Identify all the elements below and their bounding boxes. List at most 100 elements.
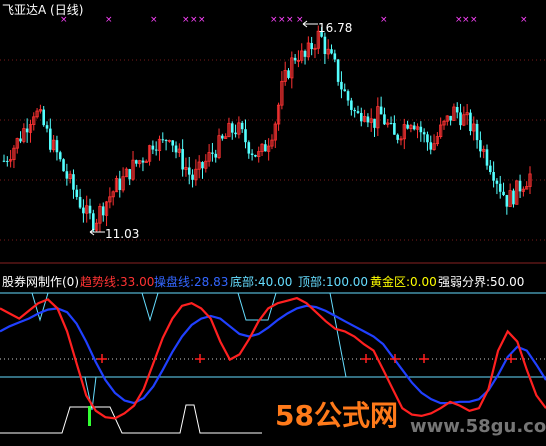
candle-body-down <box>62 159 65 172</box>
candle-body-down <box>181 149 184 170</box>
candle-body-down <box>396 134 399 140</box>
candle-body-down <box>58 152 62 160</box>
stock-title: 飞亚达A (日线) <box>2 3 83 17</box>
candle-body-down <box>201 162 204 169</box>
candle-body-down <box>101 206 105 216</box>
candle-body-down <box>221 135 224 139</box>
candle-body-down <box>336 59 340 82</box>
candle-body-down <box>214 153 218 158</box>
candle-body-down <box>191 174 194 180</box>
candle-body-down <box>323 36 327 55</box>
candle-body-down <box>230 123 234 133</box>
green-signal-bar <box>88 406 91 426</box>
candle-body-down <box>518 180 522 192</box>
legend-bottom: 底部:40.00 <box>230 274 292 289</box>
candle-body-down <box>151 145 155 150</box>
candle-body-down <box>498 183 502 192</box>
candle-body-down <box>330 49 333 54</box>
candle-body-down <box>303 50 307 57</box>
magenta-x-marker: × <box>60 15 68 25</box>
legend-author: 股券网制作(0) <box>2 274 79 289</box>
candle-body-down <box>287 70 290 78</box>
candle-body-down <box>426 134 429 143</box>
candle-body-down <box>65 171 69 179</box>
candle-body-down <box>389 122 393 124</box>
candle-body-down <box>88 205 92 214</box>
candle-body-down <box>356 111 360 113</box>
candle-body-down <box>240 122 244 130</box>
candle-body-down <box>502 191 505 196</box>
legend-top: 顶部:100.00 <box>298 274 368 289</box>
watermark-url: www.58gu.com <box>410 416 546 437</box>
candle-body-down <box>366 116 370 123</box>
candle-body-down <box>485 149 489 166</box>
magenta-x-marker: × <box>105 15 113 25</box>
magenta-x-marker: × <box>380 15 388 25</box>
candle-body-down <box>412 125 416 130</box>
magenta-x-marker: × <box>278 15 286 25</box>
magenta-x-marker: × <box>198 15 206 25</box>
candle-body-down <box>82 207 85 214</box>
candle-body-down <box>449 115 452 121</box>
candle-body-down <box>340 81 343 90</box>
magenta-x-marker: × <box>270 15 278 25</box>
magenta-x-marker: × <box>286 15 294 25</box>
candle-body-down <box>78 196 82 208</box>
candle-body-down <box>19 138 22 142</box>
candle-body-down <box>512 190 515 205</box>
candle-body-down <box>234 132 237 135</box>
candle-body-down <box>55 140 59 153</box>
magenta-x-marker: × <box>470 15 478 25</box>
candle-body-down <box>353 109 356 112</box>
candle-body-down <box>505 195 509 207</box>
candle-body-down <box>254 154 257 157</box>
candle-body-down <box>171 140 175 146</box>
candle-body-down <box>75 189 79 197</box>
magenta-x-marker: × <box>462 15 470 25</box>
candle-body-down <box>118 178 122 190</box>
magenta-x-marker: × <box>296 15 304 25</box>
watermark-main: 58公式网 <box>275 399 398 432</box>
candle-body-down <box>141 160 145 163</box>
candle-body-down <box>310 42 313 50</box>
candle-body-down <box>383 114 386 125</box>
candle-body-down <box>211 152 214 154</box>
candle-body-down <box>419 126 423 133</box>
magenta-x-marker: × <box>150 15 158 25</box>
stock-chart: 飞亚达A (日线) × × × × × × × × × × × × × × × 16.78 11.03 股券… <box>0 0 546 446</box>
candle-body-down <box>250 153 254 155</box>
candle-body-down <box>6 160 9 162</box>
candle-body-down <box>264 144 267 152</box>
legend-control: 操盘线:28.83 <box>154 274 228 289</box>
candle-body-down <box>492 172 495 181</box>
candle-body-down <box>359 112 363 122</box>
legend-divide: 强弱分界:50.00 <box>438 275 524 289</box>
magenta-x-marker: × <box>182 15 190 25</box>
candle-body-down <box>154 149 158 151</box>
candle-body-down <box>161 139 165 141</box>
candle-body-down <box>135 160 138 164</box>
candle-body-down <box>333 53 337 60</box>
candle-body-down <box>92 213 95 231</box>
candle-body-down <box>2 160 6 162</box>
high-price-label: 16.78 <box>318 21 352 35</box>
low-price-label: 11.03 <box>105 227 139 241</box>
candle-body-down <box>49 128 52 150</box>
candle-body-down <box>187 167 191 175</box>
legend-golden: 黄金区:0.00 <box>370 274 437 289</box>
candle-body-down <box>495 180 499 184</box>
candle-body-down <box>244 129 247 143</box>
candle-body-down <box>469 112 472 132</box>
candle-body-down <box>25 128 29 133</box>
candle-body-down <box>128 169 132 180</box>
candle-body-down <box>72 174 75 190</box>
candle-body-down <box>174 145 178 153</box>
candle-body-down <box>379 106 383 115</box>
candle-body-down <box>489 165 492 173</box>
candle-body-down <box>42 109 45 126</box>
magenta-x-marker: × <box>520 15 528 25</box>
candle-body-down <box>429 142 433 150</box>
candle-body-down <box>164 140 168 142</box>
indicator-legend: 股券网制作(0) 趋势线:33.00 操盘线:28.83 底部:40.00 顶部… <box>2 274 524 289</box>
candle-body-down <box>455 106 459 113</box>
